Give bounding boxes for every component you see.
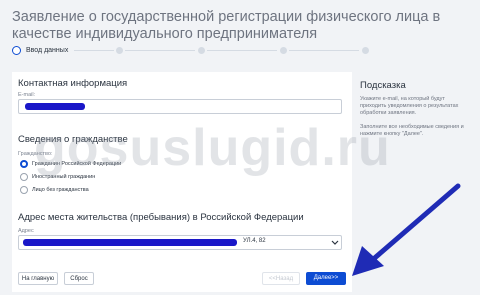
- watermark: gosuslugid.ru: [34, 119, 391, 177]
- address-label: Адрес: [18, 228, 34, 234]
- step-connector: [74, 50, 114, 51]
- email-label: E-mail:: [18, 92, 36, 98]
- step-connector: [125, 50, 195, 51]
- redacted-email: [25, 103, 85, 110]
- redacted-address: [23, 239, 237, 246]
- step-dot-3: [198, 47, 205, 54]
- radio-unchecked-icon[interactable]: [20, 186, 28, 194]
- contact-heading: Контактная информация: [18, 78, 128, 89]
- step-connector: [289, 50, 359, 51]
- step-progress: Ввод данных: [12, 45, 472, 61]
- address-heading: Адрес места жительства (пребывания) в Ро…: [18, 212, 304, 223]
- home-button[interactable]: На главную: [18, 272, 58, 285]
- step-current-label: Ввод данных: [26, 47, 69, 54]
- back-button[interactable]: <<Назад: [262, 272, 300, 285]
- address-select[interactable]: УЛ.4, 82: [18, 235, 342, 250]
- arrow-pointer-icon: [352, 183, 461, 276]
- hint-title: Подсказка: [360, 80, 406, 91]
- reset-button[interactable]: Сброс: [64, 272, 94, 285]
- radio-label: Лицо без гражданства: [32, 187, 89, 193]
- step-dot-5: [362, 47, 369, 54]
- step-dot-2: [116, 47, 123, 54]
- step-current-circle: [12, 46, 21, 55]
- page-title: Заявление о государственной регистрации …: [12, 9, 441, 42]
- radio-unchecked-icon[interactable]: [20, 173, 28, 181]
- address-suffix: УЛ.4, 82: [243, 238, 266, 244]
- step-dot-4: [280, 47, 287, 54]
- email-field[interactable]: [18, 99, 342, 114]
- step-connector: [207, 50, 277, 51]
- radio-checked-icon[interactable]: [20, 160, 28, 168]
- hint-text: Укажите e-mail, на который будут приходи…: [360, 96, 459, 116]
